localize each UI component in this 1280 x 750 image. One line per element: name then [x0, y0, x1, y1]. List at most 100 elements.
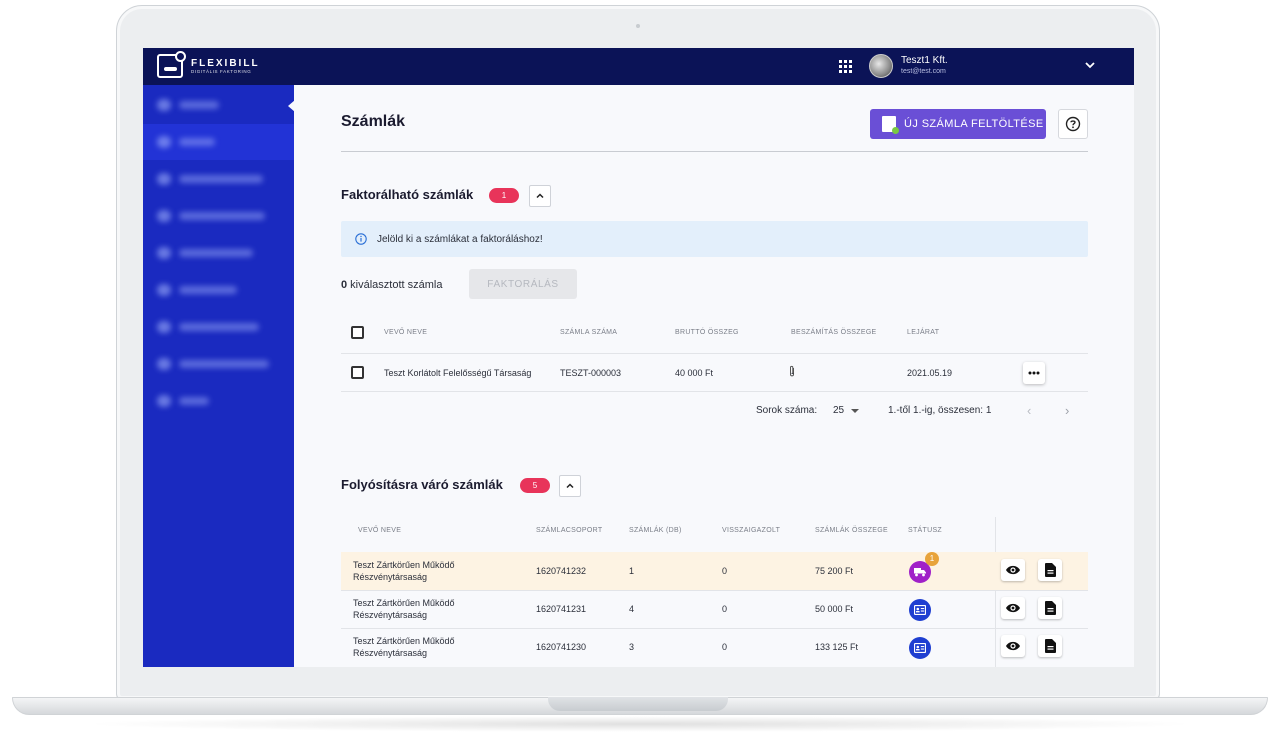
- chevron-down-icon[interactable]: [1083, 58, 1097, 72]
- confirmed-count: 0: [722, 566, 728, 576]
- customer-name-line1: Teszt Zártkörűen Működő: [353, 560, 455, 570]
- contact-card-status-icon[interactable]: [909, 637, 931, 659]
- row-divider: [341, 353, 1088, 354]
- eye-icon: [1006, 603, 1020, 613]
- due-date: 2021.05.19: [907, 368, 953, 378]
- sidebar: [143, 85, 294, 667]
- document-icon: [1044, 639, 1056, 653]
- sidebar-item[interactable]: [143, 235, 294, 271]
- column-header: LEJÁRAT: [907, 329, 940, 336]
- page-title: Számlák: [341, 113, 406, 130]
- avatar[interactable]: [869, 54, 893, 78]
- view-button[interactable]: [1001, 635, 1025, 657]
- column-header: STÁTUSZ: [908, 527, 942, 534]
- column-header: VEVŐ NEVE: [358, 527, 402, 534]
- invoice-total: 133 125 Ft: [815, 642, 859, 652]
- main-content: Számlák ÚJ SZÁMLA FELTÖLTÉSE Faktorálhat…: [294, 85, 1134, 667]
- confirmed-count: 0: [722, 604, 728, 614]
- column-divider: [995, 517, 996, 667]
- factorable-collapse-button[interactable]: [529, 185, 551, 207]
- pending-section-title: Folyósításra váró számlák: [341, 477, 503, 492]
- title-divider: [341, 151, 1088, 152]
- view-button[interactable]: [1001, 597, 1025, 619]
- column-header: VEVŐ NEVE: [384, 329, 428, 336]
- logo[interactable]: FLEXIBILL DIGITÁLIS FAKTORING: [157, 51, 260, 78]
- offset-amount: -: [791, 368, 794, 378]
- user-email: test@test.com: [901, 68, 946, 75]
- laptop-shadow: [80, 716, 1200, 732]
- app-screen: FLEXIBILL DIGITÁLIS FAKTORING Teszt1 Kft…: [143, 48, 1134, 667]
- sidebar-item[interactable]: [143, 87, 294, 123]
- invoice-count: 1: [629, 566, 635, 576]
- selected-count-label: kiválasztott számla: [347, 279, 443, 291]
- contact-card-status-icon[interactable]: [909, 599, 931, 621]
- document-icon: [1044, 563, 1056, 577]
- logo-subtitle: DIGITÁLIS FAKTORING: [191, 68, 252, 74]
- sidebar-item[interactable]: [143, 198, 294, 234]
- invoice-number: TESZT-000003: [560, 368, 622, 378]
- upload-invoice-label: ÚJ SZÁMLA FELTÖLTÉSE: [904, 118, 1044, 130]
- customer-name-line2: Részvénytársaság: [353, 610, 428, 620]
- invoice-group: 1620741230: [536, 642, 587, 652]
- eye-icon: [1006, 641, 1020, 651]
- invoice-count: 4: [629, 604, 635, 614]
- sidebar-item[interactable]: [143, 309, 294, 345]
- invoice-group: 1620741231: [536, 604, 587, 614]
- dropdown-arrow-icon[interactable]: [851, 409, 859, 413]
- column-header: SZÁMLÁK ÖSSZEGE: [815, 527, 888, 534]
- sidebar-item[interactable]: [143, 161, 294, 197]
- more-horizontal-icon: [1028, 371, 1040, 375]
- column-header: VISSZAIGAZOLT: [722, 527, 781, 534]
- document-button[interactable]: [1038, 635, 1062, 657]
- previous-page-icon[interactable]: ‹: [1027, 403, 1031, 418]
- eye-icon: [1006, 565, 1020, 575]
- sidebar-item[interactable]: [143, 383, 294, 419]
- info-banner: Jelöld ki a számlákat a faktoráláshoz!: [341, 221, 1088, 257]
- row-divider: [341, 590, 1088, 591]
- table-row-highlighted[interactable]: [341, 552, 1088, 590]
- sidebar-item-active[interactable]: [143, 124, 294, 160]
- row-divider: [341, 628, 1088, 629]
- column-header: SZÁMLÁK (DB): [629, 527, 682, 534]
- id-card-icon: [914, 643, 926, 653]
- camera: [636, 24, 640, 28]
- customer-name: Teszt Korlátolt Felelősségű Társaság: [384, 368, 532, 378]
- document-button[interactable]: [1038, 597, 1062, 619]
- factoring-button[interactable]: FAKTORÁLÁS: [469, 269, 577, 299]
- invoice-group: 1620741232: [536, 566, 587, 576]
- factorable-count-badge: 1: [489, 188, 519, 203]
- pending-collapse-button[interactable]: [559, 475, 581, 497]
- apps-grid-icon[interactable]: [839, 60, 852, 73]
- sidebar-item[interactable]: [143, 346, 294, 382]
- help-button[interactable]: [1058, 109, 1088, 139]
- logo-name: FLEXIBILL: [191, 57, 260, 69]
- rows-per-page-select[interactable]: 25: [833, 405, 844, 416]
- sidebar-item[interactable]: [143, 272, 294, 308]
- help-icon: [1065, 116, 1081, 132]
- upload-invoice-button[interactable]: ÚJ SZÁMLA FELTÖLTÉSE: [870, 109, 1046, 139]
- row-divider: [341, 391, 1088, 392]
- column-header: SZÁMLACSOPORT: [536, 527, 603, 534]
- column-header: SZÁMLA SZÁMA: [560, 329, 618, 336]
- more-actions-button[interactable]: [1023, 362, 1045, 384]
- customer-name-line2: Részvénytársaság: [353, 648, 428, 658]
- invoice-upload-icon: [882, 116, 899, 134]
- view-button[interactable]: [1001, 559, 1025, 581]
- info-icon: [355, 233, 367, 245]
- document-button[interactable]: [1038, 559, 1062, 581]
- gross-amount: 40 000 Ft: [675, 368, 714, 378]
- column-header: BESZÁMÍTÁS ÖSSZEGE: [791, 329, 877, 336]
- column-header: BRUTTÓ ÖSSZEG: [675, 329, 739, 336]
- invoice-count: 3: [629, 642, 635, 652]
- selected-count: 0 kiválasztott számla: [341, 279, 443, 291]
- laptop-notch: [548, 697, 728, 711]
- user-name: Teszt1 Kft.: [901, 55, 948, 66]
- row-checkbox[interactable]: [351, 366, 364, 379]
- chevron-up-icon: [566, 483, 574, 489]
- invoice-total: 75 200 Ft: [815, 566, 854, 576]
- select-all-checkbox[interactable]: [351, 326, 364, 339]
- next-page-icon[interactable]: ›: [1065, 403, 1069, 418]
- document-icon: [1044, 601, 1056, 615]
- chevron-up-icon: [536, 193, 544, 199]
- customer-name-line2: Részvénytársaság: [353, 572, 428, 582]
